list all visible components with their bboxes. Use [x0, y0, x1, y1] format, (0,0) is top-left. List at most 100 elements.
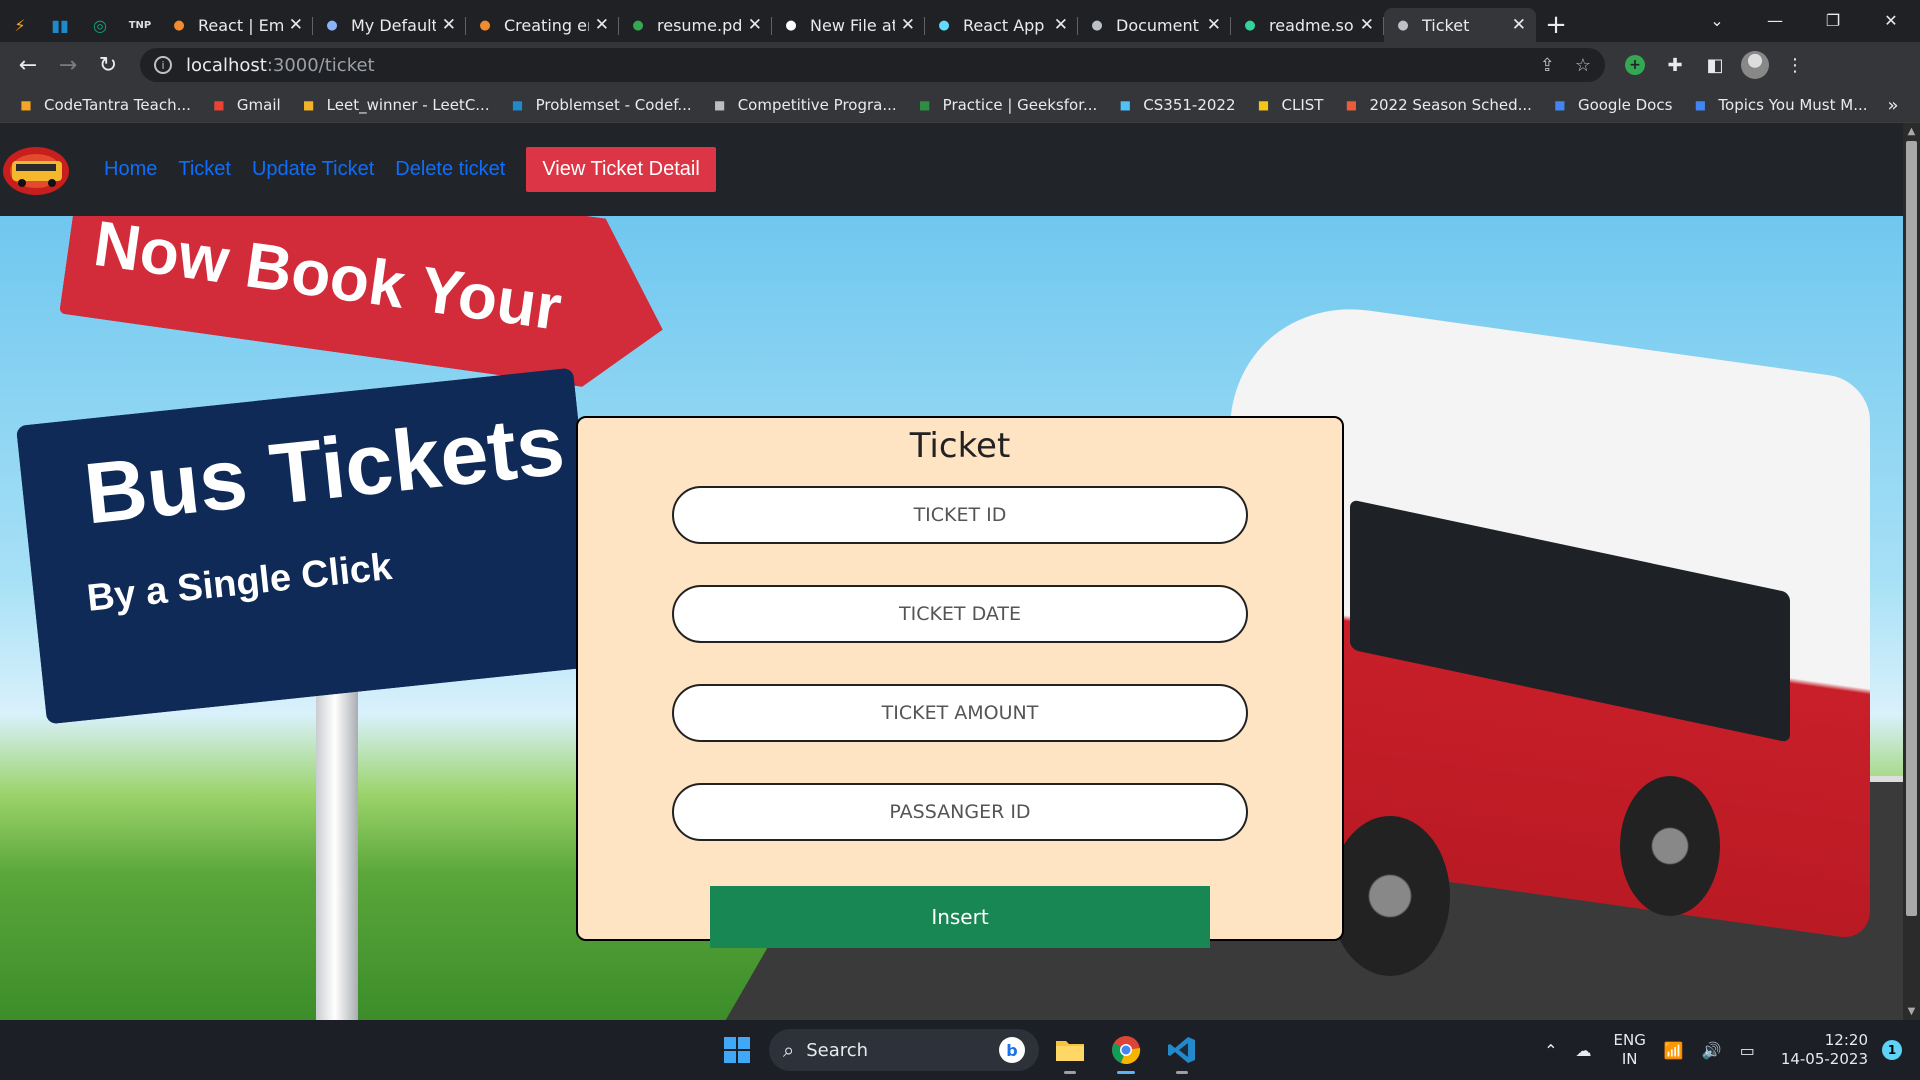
onedrive-cloud-icon[interactable]: ☁ [1576, 1041, 1592, 1060]
pinned-tab-tnp[interactable]: TNP [120, 8, 160, 42]
postman-icon: ● [479, 17, 491, 33]
leetcode-icon: ■ [302, 98, 315, 112]
extensions-button[interactable]: ✚ [1655, 45, 1695, 85]
minimize-button[interactable]: — [1746, 0, 1804, 40]
tab-close-icon[interactable]: ✕ [748, 15, 762, 35]
bookmark-item[interactable]: ■ Practice | Geeksfor... [917, 96, 1097, 114]
sign-pole [316, 686, 358, 1020]
notification-badge[interactable]: 1 [1882, 1040, 1902, 1060]
pinned-tab-chatgpt[interactable]: ◎ [80, 8, 120, 42]
vscode-taskbar-button[interactable] [1157, 1028, 1207, 1074]
nav-delete-ticket-link[interactable]: Delete ticket [395, 158, 505, 181]
nav-ticket-link[interactable]: Ticket [178, 158, 231, 181]
browser-tab[interactable]: ● My Default ✕ [313, 8, 466, 42]
browser-tab[interactable]: ● New File at ✕ [772, 8, 925, 42]
tab-close-icon[interactable]: ✕ [1207, 15, 1221, 35]
language-indicator[interactable]: ENG IN [1614, 1031, 1646, 1069]
view-ticket-detail-button[interactable]: View Ticket Detail [526, 147, 716, 192]
browser-tab[interactable]: ● Ticket ✕ [1384, 8, 1536, 42]
browser-tab[interactable]: ● readme.so ✕ [1231, 8, 1384, 42]
browser-tab[interactable]: ● Document ✕ [1078, 8, 1231, 42]
tab-close-icon[interactable]: ✕ [1512, 15, 1526, 35]
system-tray: ⌃ ☁ ENG IN 📶 🔊 ▭ 12:20 14-05-2023 1 [1526, 1020, 1902, 1080]
reload-button[interactable]: ↻ [88, 45, 128, 85]
scroll-down-icon[interactable]: ▼ [1903, 1003, 1920, 1020]
bookmark-item[interactable]: ■ CS351-2022 [1117, 96, 1236, 114]
bus-wheel-front [1330, 816, 1450, 976]
start-button[interactable] [715, 1028, 759, 1072]
tab-close-icon[interactable]: ✕ [289, 15, 303, 35]
tab-close-icon[interactable]: ✕ [1054, 15, 1068, 35]
tab-close-icon[interactable]: ✕ [901, 15, 915, 35]
chevron-up-icon[interactable]: ⌃ [1544, 1041, 1557, 1060]
back-button[interactable]: ← [8, 45, 48, 85]
taskbar-search-box[interactable]: ⌕ Search b [769, 1029, 1039, 1071]
kebab-menu-icon: ⋮ [1786, 54, 1804, 76]
tab-title: Document [1116, 15, 1199, 35]
tab-close-icon[interactable]: ✕ [1360, 15, 1374, 35]
tab-search-button[interactable]: ⌄ [1688, 0, 1746, 40]
browser-tab[interactable]: ● Creating er ✕ [466, 8, 619, 42]
scroll-up-icon[interactable]: ▲ [1903, 123, 1920, 140]
nav-update-ticket-link[interactable]: Update Ticket [252, 158, 374, 181]
close-window-button[interactable]: ✕ [1862, 0, 1920, 40]
share-icon[interactable]: ⇪ [1540, 55, 1555, 76]
pinned-tab-codetantra[interactable]: ⚡ [0, 8, 40, 42]
app-navbar: Home Ticket Update Ticket Delete ticket … [0, 123, 1903, 216]
arrow-right-icon: → [58, 52, 78, 78]
bookmark-item[interactable]: ■ 2022 Season Sched... [1343, 96, 1532, 114]
bookmark-item[interactable]: ■ Problemset - Codef... [510, 96, 692, 114]
app-running-indicator [1064, 1071, 1076, 1074]
profile-button[interactable] [1735, 45, 1775, 85]
chrome-taskbar-button[interactable] [1101, 1028, 1151, 1074]
bing-icon[interactable]: b [999, 1037, 1025, 1063]
ticket-amount-input[interactable] [674, 686, 1246, 740]
address-bar[interactable]: i localhost:3000/ticket ⇪ ☆ [140, 48, 1605, 82]
pinned-tab-analytics[interactable]: ▮▮ [40, 8, 80, 42]
volume-icon[interactable]: 🔊 [1702, 1041, 1722, 1060]
passenger-id-input[interactable] [674, 785, 1246, 839]
forward-button[interactable]: → [48, 45, 88, 85]
nav-home-link[interactable]: Home [104, 158, 157, 181]
side-panel-button[interactable]: ◧ [1695, 45, 1735, 85]
restore-button[interactable]: ❐ [1804, 0, 1862, 40]
ticket-id-input[interactable] [674, 488, 1246, 542]
globe-icon: ● [1091, 17, 1103, 33]
bookmark-item[interactable]: ■ Gmail [211, 96, 280, 114]
bookmark-item[interactable]: ■ CodeTantra Teach... [18, 96, 191, 114]
new-tab-button[interactable]: + [1536, 8, 1576, 42]
extension-green-button[interactable]: + [1615, 45, 1655, 85]
browser-tab[interactable]: ● React | Ema ✕ [160, 8, 313, 42]
react-icon: ● [938, 17, 950, 33]
file-explorer-button[interactable] [1045, 1028, 1095, 1074]
tab-title: readme.so [1269, 15, 1354, 35]
ticket-date-input[interactable] [674, 587, 1246, 641]
bookmark-item[interactable]: ■ Competitive Progra... [712, 96, 897, 114]
bookmark-star-icon[interactable]: ☆ [1575, 55, 1591, 76]
site-info-icon[interactable]: i [154, 56, 172, 74]
bookmark-item[interactable]: ■ Topics You Must M... [1692, 96, 1868, 114]
page-scrollbar[interactable]: ▲ ▼ [1903, 123, 1920, 1020]
bookmarks-overflow-icon[interactable]: » [1888, 95, 1899, 116]
region-code: IN [1621, 1050, 1638, 1068]
clock[interactable]: 12:20 14-05-2023 [1781, 1031, 1868, 1069]
bus-logo[interactable] [2, 143, 74, 197]
battery-icon[interactable]: ▭ [1740, 1041, 1755, 1060]
url-path: :3000/ticket [266, 54, 375, 76]
bookmark-item[interactable]: ■ Leet_winner - LeetC... [301, 96, 490, 114]
browser-tab[interactable]: ● resume.pd ✕ [619, 8, 772, 42]
bookmark-label: Problemset - Codef... [535, 96, 692, 114]
menu-button[interactable]: ⋮ [1775, 45, 1815, 85]
insert-button[interactable]: Insert [710, 886, 1210, 948]
tab-close-icon[interactable]: ✕ [442, 15, 456, 35]
bookmark-item[interactable]: ■ Google Docs [1552, 96, 1672, 114]
tab-close-icon[interactable]: ✕ [595, 15, 609, 35]
bookmark-item[interactable]: ■ CLIST [1256, 96, 1324, 114]
bookmark-label: CLIST [1281, 96, 1324, 114]
wifi-icon[interactable]: 📶 [1664, 1041, 1684, 1060]
browser-tab[interactable]: ● React App ✕ [925, 8, 1078, 42]
plus-icon: + [1545, 10, 1567, 40]
scrollbar-thumb[interactable] [1906, 141, 1917, 916]
language-code: ENG [1613, 1031, 1646, 1049]
codetantra-icon: ⚡ [14, 15, 26, 35]
